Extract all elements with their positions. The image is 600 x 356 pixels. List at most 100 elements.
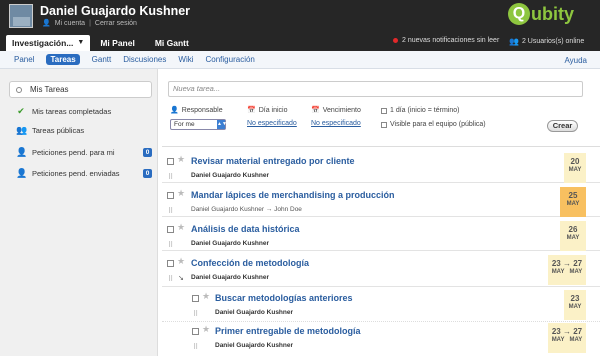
subnav-gantt[interactable]: Gantt — [92, 55, 112, 64]
sidebar-item-label: Peticiones pend. enviadas — [32, 169, 120, 178]
people-icon: 👥 — [16, 125, 28, 135]
task-checkbox[interactable] — [192, 295, 199, 302]
online-users[interactable]: 👥 2 Usuarios(s) online — [509, 37, 584, 46]
logo-text: ubity — [531, 3, 574, 24]
star-icon[interactable]: ★ — [177, 188, 185, 199]
task-title[interactable]: Análisis de data histórica — [191, 224, 300, 234]
date-day: 23 — [551, 259, 561, 268]
task-owner: Daniel Guajardo Kushner — [215, 342, 294, 349]
chevron-down-icon: ▼ — [77, 39, 85, 46]
star-icon[interactable]: ★ — [177, 222, 185, 233]
drag-handle-icon[interactable]: ⠿ — [193, 310, 198, 318]
sidebar-item-public[interactable]: 👥 Tareas públicas — [16, 125, 84, 136]
drag-handle-icon[interactable]: ⠿ — [168, 241, 173, 249]
due-date-badge: 23 MAY — [564, 290, 586, 320]
star-icon[interactable]: ★ — [177, 256, 185, 267]
avatar[interactable] — [9, 4, 33, 28]
responsable-value: For me — [174, 121, 195, 128]
star-icon[interactable]: ★ — [202, 324, 210, 335]
subnav-discusiones[interactable]: Discusiones — [123, 55, 166, 64]
top-bar: Daniel Guajardo Kushner 👤 Mi cuenta | Ce… — [0, 0, 600, 51]
user-icon: 👤 — [42, 20, 51, 27]
date-day: 20 — [570, 157, 580, 166]
subtask-row[interactable]: ★ Primer entregable de metodología ⠿ Dan… — [162, 323, 600, 355]
drag-handle-icon[interactable]: ⠿ — [168, 207, 173, 215]
task-checkbox[interactable] — [192, 328, 199, 335]
task-title[interactable]: Mandar lápices de merchandising a produc… — [191, 190, 395, 200]
new-task-input[interactable]: Nueva tarea... — [168, 81, 583, 97]
task-title[interactable]: Revisar material entregado por cliente — [191, 156, 355, 166]
sidebar-item-label: Mis tareas completadas — [32, 107, 112, 116]
sidebar-item-requests-for-me[interactable]: 👤 Peticiones pend. para mi — [16, 147, 115, 158]
sub-nav: Panel Tareas Gantt Discusiones Wiki Conf… — [0, 51, 600, 69]
date-month-end: MAY — [569, 269, 583, 275]
subnav-wiki[interactable]: Wiki — [178, 55, 193, 64]
star-icon[interactable]: ★ — [202, 291, 210, 302]
responsable-text: Responsable — [181, 106, 223, 114]
drag-handle-icon[interactable]: ⠿ — [168, 275, 173, 283]
task-checkbox[interactable] — [167, 260, 174, 267]
expand-subtasks-icon[interactable]: ↘ — [178, 274, 184, 282]
subnav-panel[interactable]: Panel — [14, 55, 34, 64]
task-title[interactable]: Confección de metodología — [191, 258, 309, 268]
date-range-badge: 23 → 27 MAY MAY — [548, 323, 586, 353]
sidebar-item-requests-sent[interactable]: 👤 Peticiones pend. enviadas — [16, 168, 120, 179]
task-row[interactable]: ★ Revisar material entregado por cliente… — [162, 153, 600, 183]
start-date-link[interactable]: No especificado — [247, 120, 297, 127]
task-row[interactable]: ★ Análisis de data histórica ⠿ Daniel Gu… — [162, 221, 600, 251]
divider: | — [89, 19, 91, 27]
sidebar-item-mis-tareas[interactable]: Mis Tareas — [9, 81, 152, 98]
calendar-icon: 📅 — [247, 107, 256, 114]
task-title[interactable]: Primer entregable de metodología — [215, 326, 361, 336]
users-icon: 👥 — [509, 37, 519, 46]
drag-handle-icon[interactable]: ⠿ — [168, 173, 173, 181]
project-dropdown[interactable]: Investigación... ▼ — [6, 35, 91, 51]
logout-link[interactable]: Cerrar sesión — [95, 20, 137, 27]
visible-option[interactable]: Visible para el equipo (pública) — [381, 121, 486, 128]
sidebar-item-completed[interactable]: ✔ Mis tareas completadas — [16, 106, 111, 117]
task-owner: Daniel Guajardo Kushner — [215, 309, 294, 316]
task-row[interactable]: ★ Mandar lápices de merchandising a prod… — [162, 187, 600, 217]
tab-mi-gantt[interactable]: Mi Gantt — [145, 35, 199, 51]
user-in-icon: 👤 — [16, 147, 28, 157]
my-account-link[interactable]: Mi cuenta — [55, 20, 85, 27]
task-row[interactable]: ★ Confección de metodología ⠿ ↘ Daniel G… — [162, 255, 600, 287]
task-title[interactable]: Buscar metodologías anteriores — [215, 293, 353, 303]
date-month: MAY — [566, 235, 580, 241]
one-day-option[interactable]: 1 día (inicio = término) — [381, 107, 459, 114]
notifications-label: 2 nuevas notificaciones sin leer — [402, 37, 500, 44]
sidebar-item-label: Peticiones pend. para mi — [32, 148, 115, 157]
due-date-link[interactable]: No especificado — [311, 120, 361, 127]
visible-label: Visible para el equipo (pública) — [390, 121, 486, 128]
date-month: MAY — [551, 269, 565, 275]
tab-mi-panel[interactable]: Mi Panel — [90, 35, 144, 51]
date-day-end: 27 — [573, 327, 583, 336]
one-day-label: 1 día (inicio = término) — [390, 107, 460, 114]
date-month: MAY — [566, 201, 580, 207]
logo[interactable]: Q ubity — [508, 2, 574, 26]
responsable-select[interactable]: For me ▲▼ — [170, 119, 227, 130]
task-owner: Daniel Guajardo Kushner — [191, 274, 270, 281]
subnav-tareas[interactable]: Tareas — [46, 54, 80, 65]
due-date-text: Vencimiento — [322, 106, 361, 114]
notifications[interactable]: 2 nuevas notificaciones sin leer — [393, 37, 499, 44]
calendar-icon: 📅 — [311, 107, 320, 114]
drag-handle-icon[interactable]: ⠿ — [193, 343, 198, 351]
create-button[interactable]: Crear — [547, 120, 578, 132]
due-date-badge: 26 MAY — [560, 221, 586, 251]
subnav-configuracion[interactable]: Configuración — [206, 55, 255, 64]
subtask-row[interactable]: ★ Buscar metodologías anteriores ⠿ Danie… — [162, 290, 600, 322]
sidebar-item-label: Tareas públicas — [32, 126, 85, 135]
star-icon[interactable]: ★ — [177, 154, 185, 165]
visible-checkbox[interactable] — [381, 121, 387, 128]
user-links: 👤 Mi cuenta | Cerrar sesión — [42, 19, 137, 28]
task-checkbox[interactable] — [167, 158, 174, 165]
date-day: 23 — [551, 327, 561, 336]
date-day: 25 — [568, 191, 578, 200]
date-day-end: 27 — [573, 259, 583, 268]
one-day-checkbox[interactable] — [381, 107, 387, 114]
help-link[interactable]: Ayuda — [564, 56, 587, 65]
task-checkbox[interactable] — [167, 192, 174, 199]
count-badge: 0 — [143, 148, 152, 157]
task-checkbox[interactable] — [167, 226, 174, 233]
